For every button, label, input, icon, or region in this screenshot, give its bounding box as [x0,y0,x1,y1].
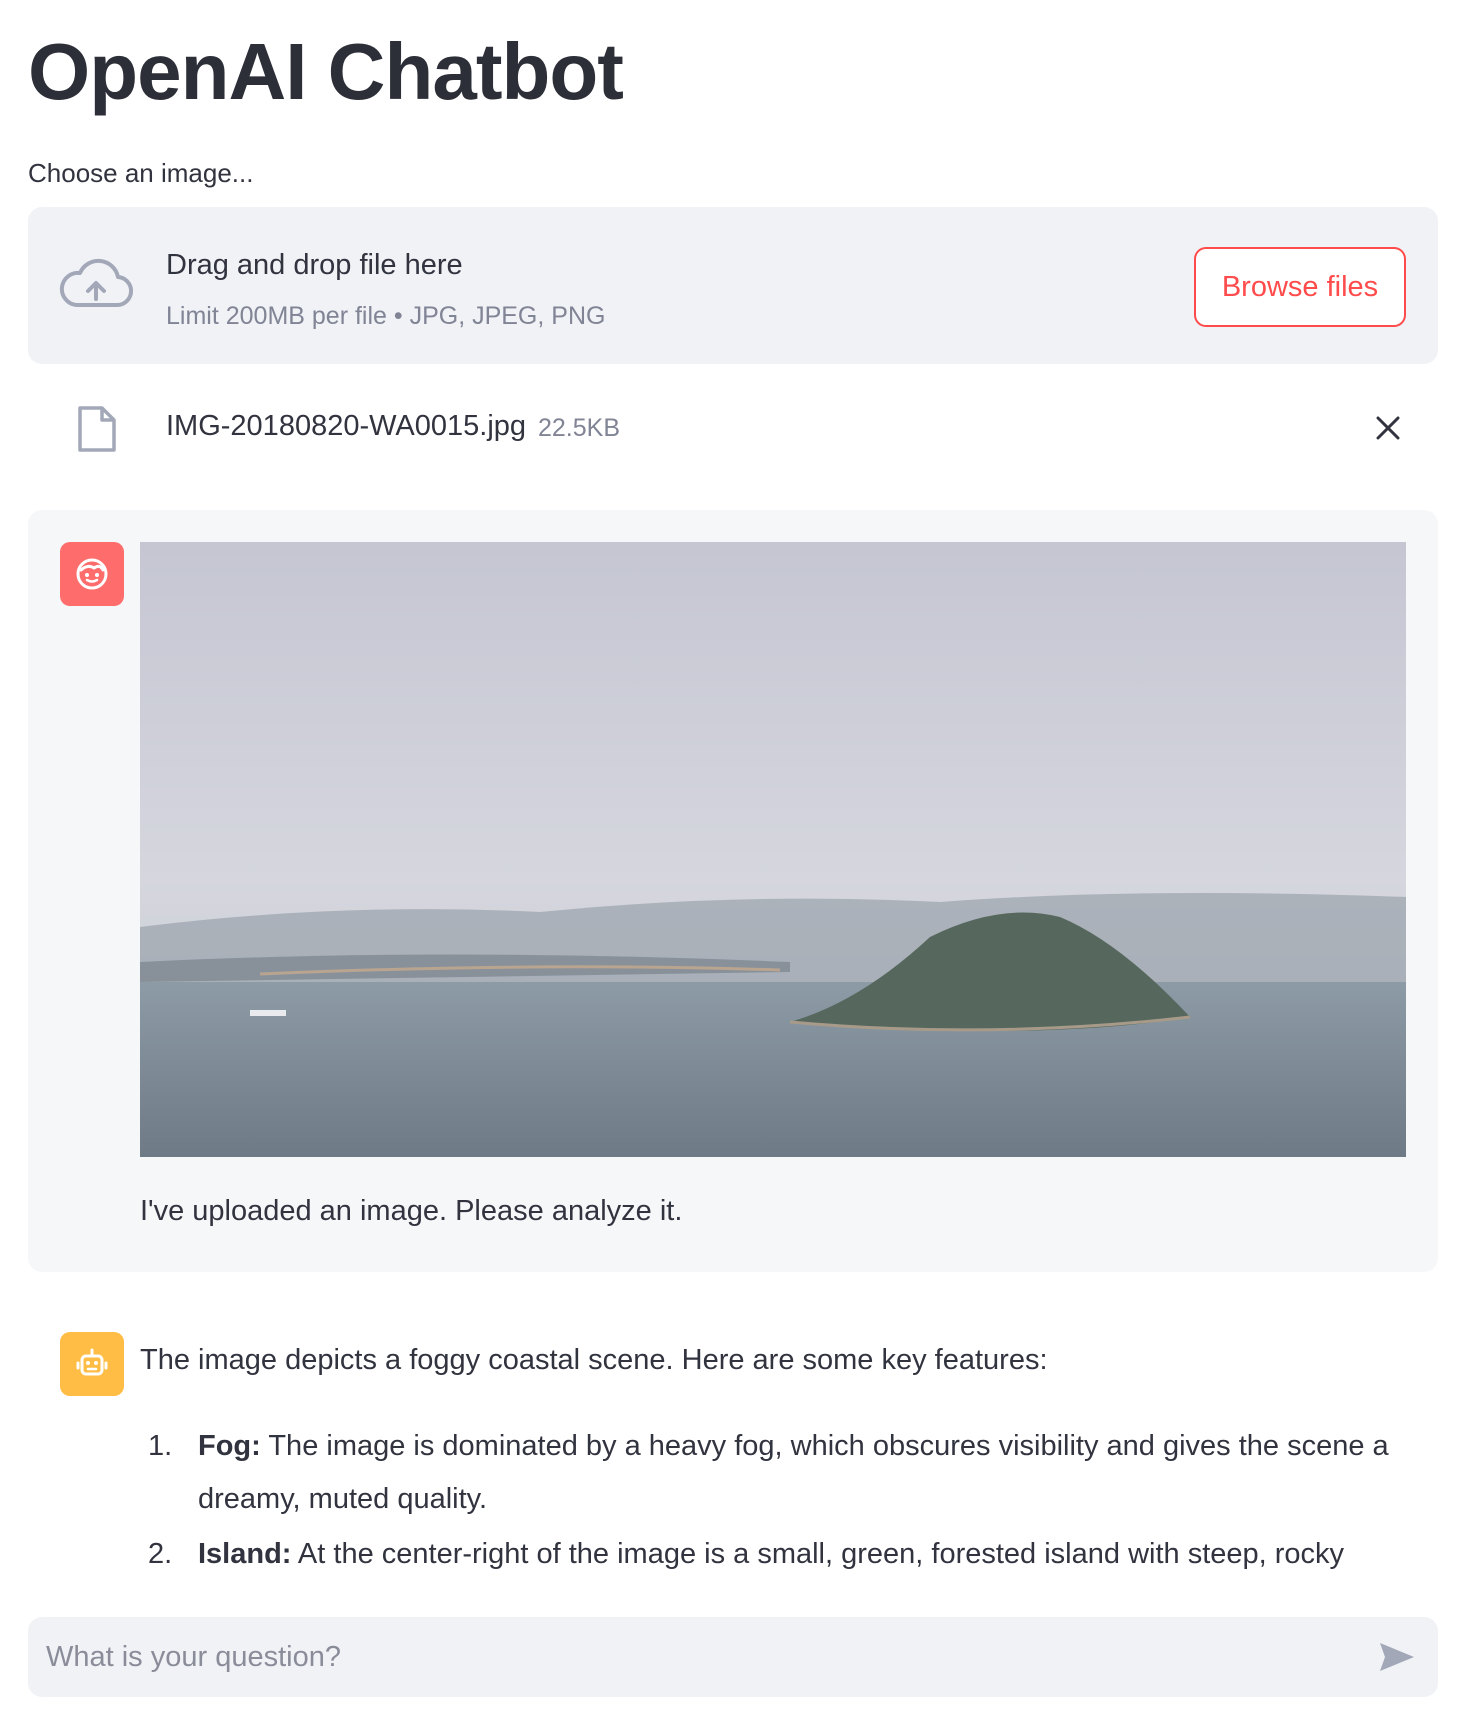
uploader-label: Choose an image... [28,158,254,188]
file-dropzone[interactable]: Drag and drop file here Limit 200MB per … [28,207,1438,364]
uploaded-file-size: 22.5KB [538,414,621,442]
uploaded-file-row: IMG-20180820-WA0015.jpg 22.5KB [28,390,1438,466]
list-item: 1. Fog: The image is dominated by a heavy… [140,1420,1430,1526]
robot-icon [76,1348,108,1376]
list-item: 2. Island: At the center-right of the ima… [140,1528,1430,1581]
list-item-label: Fog: [198,1430,261,1462]
cloud-upload-icon [59,258,134,308]
list-item-number: 1. [148,1430,173,1462]
send-icon[interactable] [1376,1637,1418,1677]
page-title: OpenAI Chatbot [28,27,624,116]
dropzone-limit-text: Limit 200MB per file • JPG, JPEG, PNG [166,302,606,330]
assistant-avatar [60,1332,124,1396]
user-avatar [60,542,124,606]
uploaded-file-name: IMG-20180820-WA0015.jpg [166,410,527,442]
dropzone-title: Drag and drop file here [166,249,463,281]
file-icon [78,406,116,452]
user-message-text: I've uploaded an image. Please analyze i… [140,1195,683,1227]
assistant-feature-list: 1. Fog: The image is dominated by a heavy… [140,1420,1430,1583]
list-item-text: The image is dominated by a heavy fog, w… [198,1430,1389,1515]
uploaded-photo [140,542,1406,1157]
list-item-label: Island: [198,1538,292,1570]
user-message: I've uploaded an image. Please analyze i… [28,510,1438,1272]
assistant-intro-text: The image depicts a foggy coastal scene.… [140,1344,1048,1376]
list-item-text: At the center-right of the image is a sm… [291,1538,1345,1570]
browse-files-button[interactable]: Browse files [1194,247,1406,327]
list-item-number: 2. [148,1538,173,1570]
chat-input[interactable] [28,1617,1348,1697]
assistant-message: The image depicts a foggy coastal scene.… [28,1300,1438,1600]
user-face-icon [76,558,108,590]
chat-input-container [28,1617,1438,1697]
close-icon[interactable] [1368,408,1408,448]
